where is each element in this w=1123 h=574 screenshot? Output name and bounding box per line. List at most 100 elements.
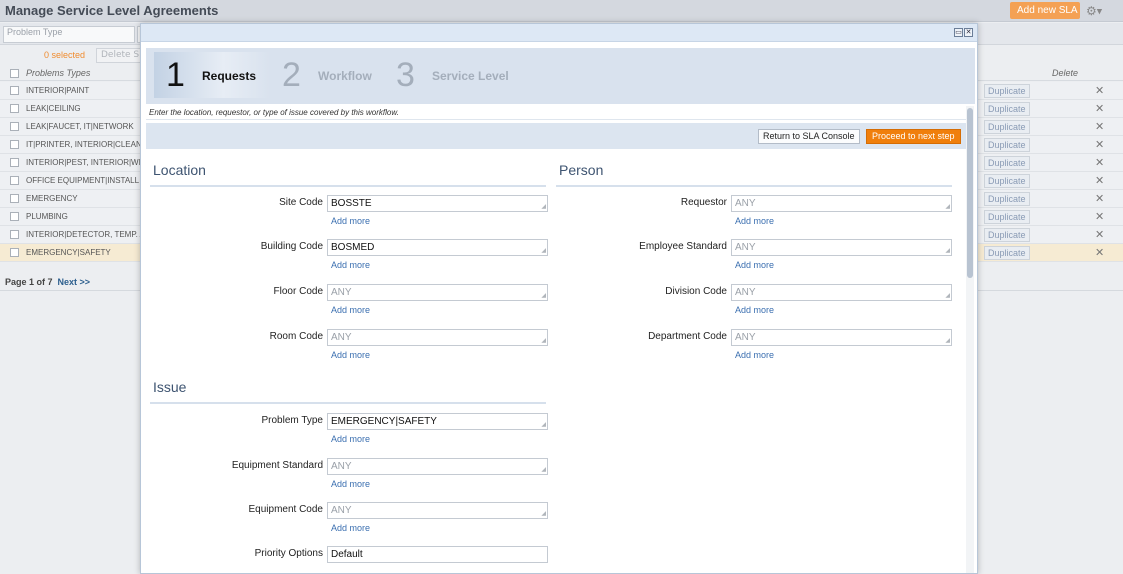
duplicate-button[interactable]: Duplicate — [984, 228, 1030, 242]
row-problem-type: IT|PRINTER, INTERIOR|CLEANING — [26, 140, 146, 149]
site-code-add-more-link[interactable]: Add more — [331, 216, 370, 226]
priority-options-label: Priority Options — [254, 548, 323, 559]
dialog-scrollbar[interactable] — [966, 106, 974, 573]
division-code-input[interactable]: ANY ◢ — [731, 284, 952, 301]
duplicate-button[interactable]: Duplicate — [984, 120, 1030, 134]
problem-type-label: Problem Type — [261, 415, 323, 426]
priority-options-select[interactable]: Default — [327, 546, 548, 563]
duplicate-button[interactable]: Duplicate — [984, 84, 1030, 98]
duplicate-button[interactable]: Duplicate — [984, 192, 1030, 206]
building-code-value: BOSMED — [331, 242, 375, 253]
delete-icon[interactable]: ✕ — [1095, 138, 1104, 151]
add-new-sla-button[interactable]: Add new SLA▼ — [1010, 2, 1080, 19]
delete-icon[interactable]: ✕ — [1095, 246, 1104, 259]
step-label: Service Level — [432, 69, 509, 83]
duplicate-button[interactable]: Duplicate — [984, 138, 1030, 152]
resize-grip-icon[interactable]: ◢ — [541, 293, 546, 299]
pager-next-link[interactable]: Next >> — [58, 277, 91, 287]
building-code-add-more-link[interactable]: Add more — [331, 260, 370, 270]
duplicate-button[interactable]: Duplicate — [984, 102, 1030, 116]
delete-icon[interactable]: ✕ — [1095, 210, 1104, 223]
row-problem-type: LEAK|FAUCET, IT|NETWORK — [26, 122, 134, 131]
room-code-add-more-link[interactable]: Add more — [331, 350, 370, 360]
requestor-add-more-link[interactable]: Add more — [735, 216, 774, 226]
row-problem-type: LEAK|CEILING — [26, 104, 81, 113]
section-divider — [150, 402, 546, 404]
room-code-input[interactable]: ANY ◢ — [327, 329, 548, 346]
duplicate-button[interactable]: Duplicate — [984, 156, 1030, 170]
floor-code-input[interactable]: ANY ◢ — [327, 284, 548, 301]
resize-grip-icon[interactable]: ◢ — [541, 511, 546, 517]
dialog-titlebar: ▭ ✕ — [141, 24, 977, 42]
problem-type-filter-input[interactable]: Problem Type — [3, 26, 135, 43]
settings-menu[interactable]: ⚙▼ — [1086, 4, 1110, 18]
row-checkbox[interactable] — [10, 104, 19, 113]
equipment-standard-add-more-link[interactable]: Add more — [331, 479, 370, 489]
problem-type-input[interactable]: EMERGENCY|SAFETY ◢ — [327, 413, 548, 430]
division-code-add-more-link[interactable]: Add more — [735, 305, 774, 315]
resize-grip-icon[interactable]: ◢ — [945, 338, 950, 344]
row-checkbox[interactable] — [10, 248, 19, 257]
row-problem-type: INTERIOR|DETECTOR, TEMP. AD — [26, 230, 146, 239]
resize-grip-icon[interactable]: ◢ — [541, 204, 546, 210]
row-checkbox[interactable] — [10, 140, 19, 149]
department-code-label: Department Code — [648, 331, 727, 342]
row-checkbox[interactable] — [10, 176, 19, 185]
building-code-input[interactable]: BOSMED ◢ — [327, 239, 548, 256]
delete-icon[interactable]: ✕ — [1095, 228, 1104, 241]
employee-standard-add-more-link[interactable]: Add more — [735, 260, 774, 270]
resize-grip-icon[interactable]: ◢ — [541, 467, 546, 473]
resize-grip-icon[interactable]: ◢ — [945, 204, 950, 210]
scrollbar-thumb[interactable] — [967, 108, 973, 278]
pager-text: Page 1 of 7 — [5, 277, 53, 287]
row-checkbox[interactable] — [10, 230, 19, 239]
equipment-standard-input[interactable]: ANY ◢ — [327, 458, 548, 475]
site-code-input[interactable]: BOSSTE ◢ — [327, 195, 548, 212]
step-number: 3 — [396, 56, 415, 94]
floor-code-add-more-link[interactable]: Add more — [331, 305, 370, 315]
delete-icon[interactable]: ✕ — [1095, 102, 1104, 115]
step-label: Requests — [202, 69, 257, 83]
delete-icon[interactable]: ✕ — [1095, 174, 1104, 187]
duplicate-button[interactable]: Duplicate — [984, 246, 1030, 260]
resize-grip-icon[interactable]: ◢ — [541, 338, 546, 344]
row-problem-type: EMERGENCY — [26, 194, 78, 203]
resize-grip-icon[interactable]: ◢ — [541, 422, 546, 428]
equipment-code-add-more-link[interactable]: Add more — [331, 523, 370, 533]
problem-type-add-more-link[interactable]: Add more — [331, 434, 370, 444]
resize-grip-icon[interactable]: ◢ — [945, 293, 950, 299]
department-code-value: ANY — [735, 332, 756, 343]
delete-icon[interactable]: ✕ — [1095, 156, 1104, 169]
pager: Page 1 of 7 Next >> — [5, 277, 90, 287]
gear-icon: ⚙ — [1086, 4, 1097, 18]
delete-icon[interactable]: ✕ — [1095, 84, 1104, 97]
proceed-to-next-step-button[interactable]: Proceed to next step — [866, 129, 961, 144]
employee-standard-value: ANY — [735, 242, 756, 253]
close-icon[interactable]: ✕ — [964, 28, 973, 37]
duplicate-button[interactable]: Duplicate — [984, 210, 1030, 224]
floor-code-value: ANY — [331, 287, 352, 298]
select-all-checkbox[interactable] — [10, 69, 19, 78]
row-checkbox[interactable] — [10, 86, 19, 95]
equipment-code-input[interactable]: ANY ◢ — [327, 502, 548, 519]
delete-icon[interactable]: ✕ — [1095, 120, 1104, 133]
maximize-icon[interactable]: ▭ — [954, 28, 963, 37]
resize-grip-icon[interactable]: ◢ — [541, 248, 546, 254]
department-code-input[interactable]: ANY ◢ — [731, 329, 952, 346]
department-code-add-more-link[interactable]: Add more — [735, 350, 774, 360]
row-checkbox[interactable] — [10, 158, 19, 167]
chevron-down-icon: ▼ — [1096, 7, 1103, 16]
site-code-label: Site Code — [279, 197, 323, 208]
requestor-input[interactable]: ANY ◢ — [731, 195, 952, 212]
delete-icon[interactable]: ✕ — [1095, 192, 1104, 205]
employee-standard-input[interactable]: ANY ◢ — [731, 239, 952, 256]
column-header-problem-types[interactable]: Problems Types — [26, 68, 90, 78]
return-to-sla-console-button[interactable]: Return to SLA Console — [758, 129, 860, 144]
row-checkbox[interactable] — [10, 212, 19, 221]
sla-wizard-dialog: ▭ ✕ 1 Requests 2 Workflow 3 Service Leve… — [140, 23, 978, 574]
row-checkbox[interactable] — [10, 122, 19, 131]
row-checkbox[interactable] — [10, 194, 19, 203]
step-number: 1 — [166, 56, 185, 94]
resize-grip-icon[interactable]: ◢ — [945, 248, 950, 254]
duplicate-button[interactable]: Duplicate — [984, 174, 1030, 188]
